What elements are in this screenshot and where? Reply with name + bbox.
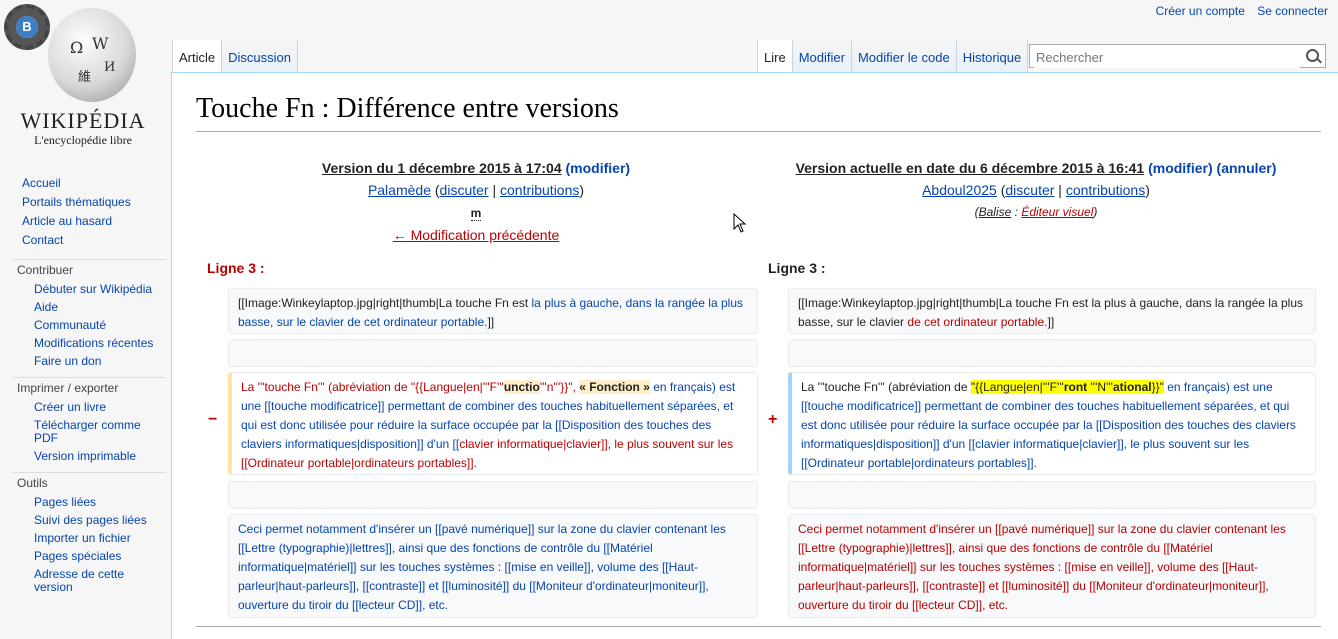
diff-empty-left-4 xyxy=(228,481,758,509)
minor-edit-flag: m xyxy=(470,206,482,221)
tab-discussion[interactable]: Discussion xyxy=(222,40,298,72)
right-version-link[interactable]: Version actuelle en date du 6 décembre 2… xyxy=(796,160,1145,176)
sidebar-item-debuter[interactable]: Débuter sur Wikipédia xyxy=(0,281,166,299)
left-version-link[interactable]: Version du 1 décembre 2015 à 17:04 xyxy=(322,160,562,176)
sidebar-heading-contribuer[interactable]: Contribuer xyxy=(12,259,166,281)
search-icon[interactable] xyxy=(1306,49,1319,62)
page-title: Touche Fn : Différence entre versions xyxy=(196,93,619,124)
sidebar-item-suivi[interactable]: Suivi des pages liées xyxy=(0,512,166,530)
personal-tools: Créer un compte Se connecter xyxy=(1147,4,1328,18)
diff-context-left-5: Ceci permet notamment d'insérer un [[pav… xyxy=(228,514,758,618)
sidebar-item-recent[interactable]: Modifications récentes xyxy=(0,335,166,353)
tag-label-link[interactable]: Balise xyxy=(979,205,1012,219)
diff-empty-right-2 xyxy=(788,339,1316,367)
extension-badge-icon[interactable]: B xyxy=(16,16,38,38)
search-box xyxy=(1029,44,1326,68)
sidebar-item-speciales[interactable]: Pages spéciales xyxy=(0,548,166,566)
diff-context-left-1: [[Image:Winkeylaptop.jpg|right|thumb|La … xyxy=(228,288,758,334)
right-version-header: Version actuelle en date du 6 décembre 2… xyxy=(795,160,1277,219)
sidebar-item-pages-liees[interactable]: Pages liées xyxy=(0,494,166,512)
left-modify-link[interactable]: (modifier) xyxy=(566,160,631,176)
bottom-divider xyxy=(196,626,1321,627)
sidebar-item-pdf[interactable]: Télécharger comme PDF xyxy=(0,417,166,448)
namespace-tabs: Article Discussion xyxy=(172,40,298,72)
right-modify-link[interactable]: (modifier) xyxy=(1148,160,1213,176)
tab-article[interactable]: Article xyxy=(172,40,223,72)
sidebar-item-portails[interactable]: Portails thématiques xyxy=(0,193,166,212)
left-talk-link[interactable]: discuter xyxy=(440,182,489,198)
puzzle-globe-icon: Ω W 維 И xyxy=(48,8,136,102)
sidebar: Accueil Portails thématiques Article au … xyxy=(0,170,166,597)
left-version-header: Version du 1 décembre 2015 à 17:04 (modi… xyxy=(321,160,631,243)
tab-historique[interactable]: Historique xyxy=(956,40,1029,72)
mouse-cursor-icon xyxy=(733,213,747,233)
sidebar-item-contact[interactable]: Contact xyxy=(0,231,166,250)
right-line-label: Ligne 3 : xyxy=(768,260,826,276)
sidebar-item-hasard[interactable]: Article au hasard xyxy=(0,212,166,231)
sidebar-item-accueil[interactable]: Accueil xyxy=(0,174,166,193)
diff-empty-left-2 xyxy=(228,339,758,367)
tab-lire[interactable]: Lire xyxy=(757,40,793,72)
search-input[interactable] xyxy=(1034,46,1300,68)
added-line-marker: + xyxy=(768,411,778,428)
diff-empty-right-4 xyxy=(788,481,1316,509)
sidebar-heading-imprimer[interactable]: Imprimer / exporter xyxy=(12,377,166,399)
tab-modifier[interactable]: Modifier xyxy=(792,40,852,72)
sidebar-heading-outils[interactable]: Outils xyxy=(12,472,166,494)
left-line-label: Ligne 3 : xyxy=(207,260,265,276)
right-talk-link[interactable]: discuter xyxy=(1005,182,1054,198)
sidebar-item-don[interactable]: Faire un don xyxy=(0,353,166,371)
left-contribs-link[interactable]: contributions xyxy=(500,182,579,198)
diff-context-right-5: Ceci permet notamment d'insérer un [[pav… xyxy=(788,514,1316,618)
diff-deleted-line: La '''touche Fn''' (abréviation de "{{La… xyxy=(228,372,758,475)
login-link[interactable]: Se connecter xyxy=(1257,4,1328,18)
right-user-link[interactable]: Abdoul2025 xyxy=(922,182,997,198)
deleted-line-marker: − xyxy=(208,411,218,428)
sidebar-item-communaute[interactable]: Communauté xyxy=(0,317,166,335)
previous-diff-link[interactable]: ← Modification précédente xyxy=(393,227,560,243)
tab-modifier-code[interactable]: Modifier le code xyxy=(851,40,957,72)
sidebar-item-importer[interactable]: Importer un fichier xyxy=(0,530,166,548)
left-user-link[interactable]: Palamède xyxy=(368,182,431,198)
sidebar-item-aide[interactable]: Aide xyxy=(0,299,166,317)
content-area: Touche Fn : Différence entre versions Ve… xyxy=(171,72,1338,639)
diff-added-line: La '''touche Fn''' (abréviation de "{{La… xyxy=(788,372,1316,475)
wikipedia-logo[interactable]: Ω W 維 И B WIKIPÉDIA L'encyclopédie libre xyxy=(0,0,170,160)
create-account-link[interactable]: Créer un compte xyxy=(1156,4,1245,18)
tag-value-link[interactable]: Éditeur visuel xyxy=(1021,205,1093,219)
logo-tagline: L'encyclopédie libre xyxy=(34,133,132,147)
sidebar-item-adresse[interactable]: Adresse de cette version xyxy=(0,566,166,597)
view-tabs: Lire Modifier Modifier le code Historiqu… xyxy=(757,40,1029,72)
diff-context-right-1: [[Image:Winkeylaptop.jpg|right|thumb|La … xyxy=(788,288,1316,334)
title-divider xyxy=(196,131,1321,132)
right-contribs-link[interactable]: contributions xyxy=(1066,182,1145,198)
sidebar-item-livre[interactable]: Créer un livre xyxy=(0,399,166,417)
right-undo-link[interactable]: (annuler) xyxy=(1217,160,1277,176)
sidebar-item-imprimable[interactable]: Version imprimable xyxy=(0,448,166,466)
logo-wordmark: WIKIPÉDIA xyxy=(20,108,146,133)
